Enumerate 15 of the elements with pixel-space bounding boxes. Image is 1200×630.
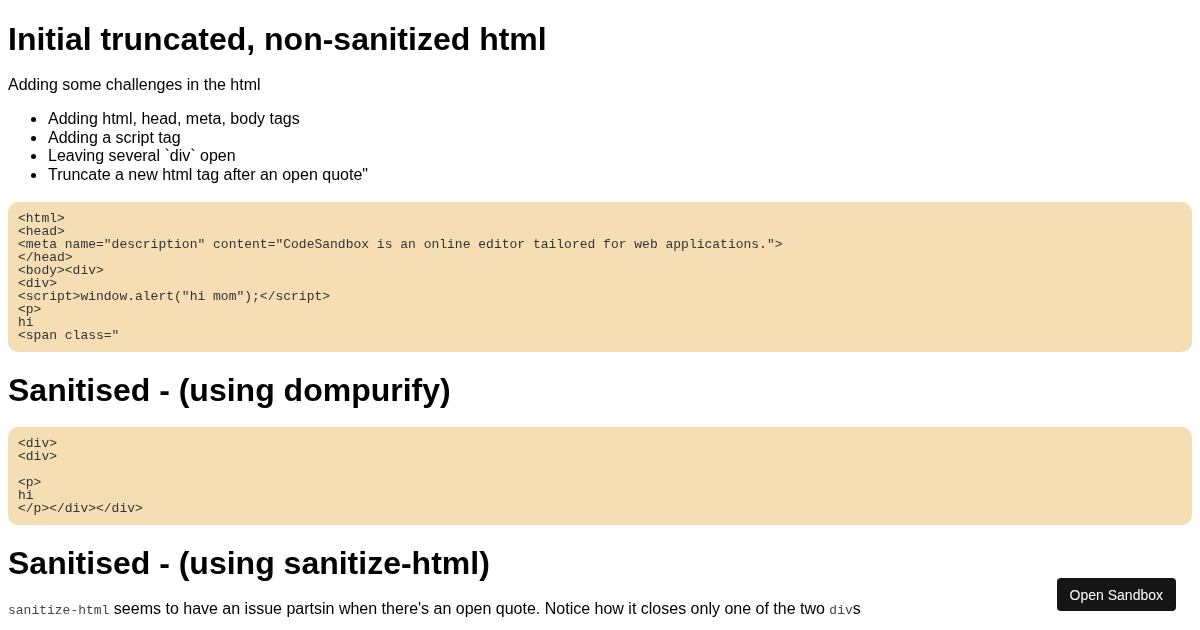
bullet-icon [31,135,36,141]
paragraph-text: Adding some challenges in the html [8,76,262,94]
list-item: Adding a script tag [48,128,181,147]
code-block: <div> <div> <p> hi </p></div></div> [8,427,1192,525]
bullet-icon [31,117,36,122]
list-item: Leaving several `div` open [48,147,236,166]
bullet-icon [31,172,36,178]
section-heading: Sanitised - (using sanitize-html) [8,545,491,582]
open-sandbox-button[interactable]: Open Sandbox [1056,578,1176,611]
list-item: Truncate a new html tag after an open quote" [48,165,368,184]
code-block: <html> <head> <meta name="description" content="CodeSandbox is an online editor tailored for web applications."> </head> <body><div> <div> <script>window.alert("hi mom");</script> <p> hi <span class=" [8,202,1192,352]
section-heading: Initial truncated, non-sanitized html [8,21,548,58]
section-heading: Sanitised - (using dompurify) [8,372,452,409]
list-item: Adding html, head, meta, body tags [48,110,300,129]
bullet-icon [31,154,36,159]
